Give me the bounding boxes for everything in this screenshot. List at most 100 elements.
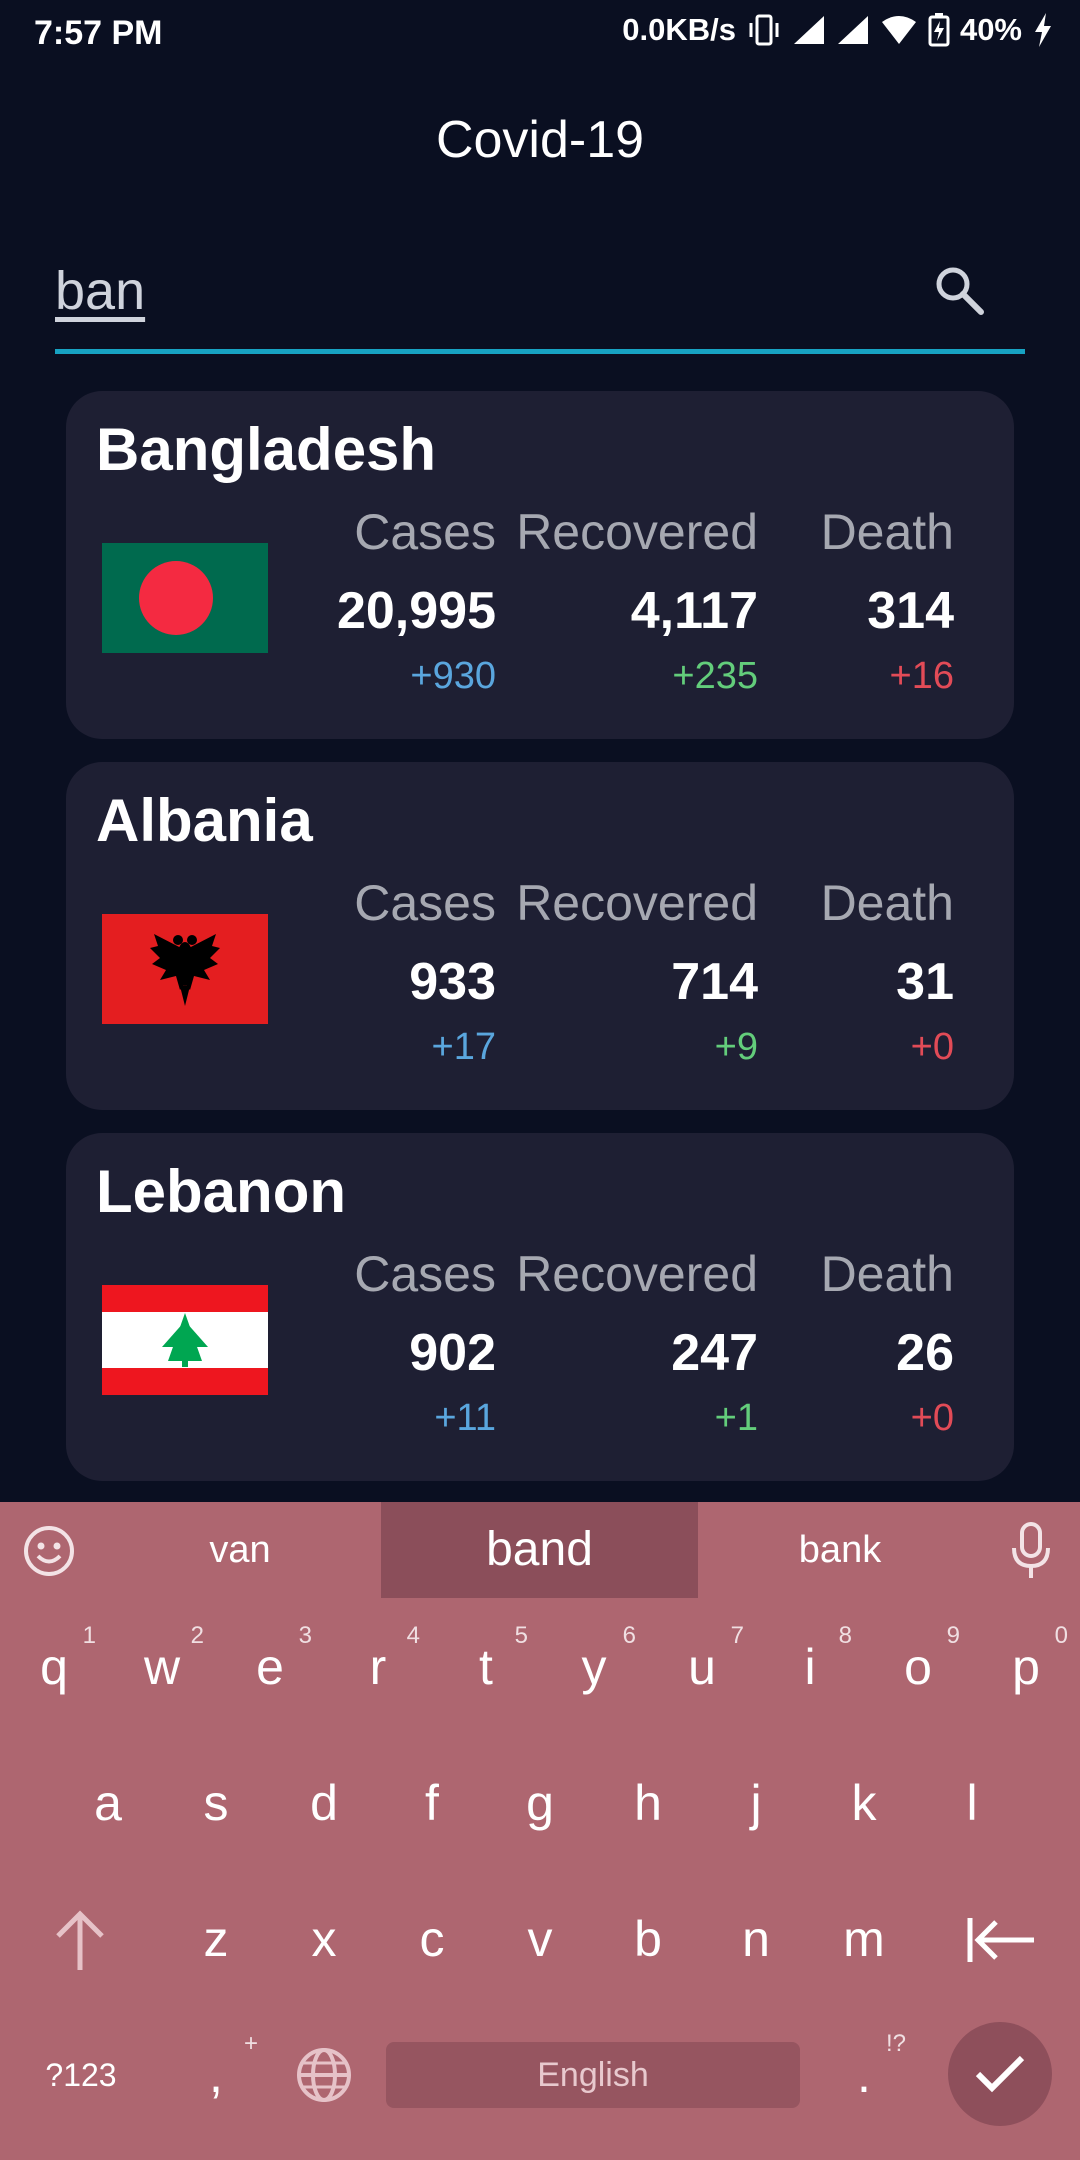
cases-delta: +930	[410, 655, 496, 697]
death-delta: +0	[910, 1397, 954, 1439]
check-icon	[975, 2055, 1025, 2093]
key-u[interactable]: u7	[648, 1602, 756, 1732]
recovered-delta: +235	[672, 655, 758, 697]
death-label: Death	[820, 1246, 954, 1302]
key-e[interactable]: e3	[216, 1602, 324, 1732]
search-input[interactable]: ban	[55, 260, 145, 322]
backspace-key[interactable]	[946, 1874, 1054, 2004]
shift-key[interactable]	[26, 1874, 134, 2004]
lebanon-flag	[102, 1285, 268, 1395]
app-title: Covid-19	[435, 111, 645, 169]
key-s[interactable]: s	[162, 1738, 270, 1868]
recovered-value: 4,117	[630, 582, 758, 640]
country-name: Albania	[96, 787, 313, 854]
recovered-value: 247	[671, 1324, 758, 1382]
death-label: Death	[820, 504, 954, 560]
key-t[interactable]: t5	[432, 1602, 540, 1732]
recovered-label: Recovered	[516, 504, 758, 560]
microphone-icon[interactable]	[1008, 1520, 1054, 1587]
key-row-2: a s d f g h j k l	[0, 1738, 1080, 1868]
search-underline	[55, 349, 1025, 354]
cases-value: 902	[409, 1324, 496, 1382]
key-row-3: z x c v b n m	[0, 1874, 1080, 2004]
symbols-key[interactable]: ?123	[26, 2010, 136, 2140]
key-l[interactable]: l	[918, 1738, 1026, 1868]
network-speed: 0.0KB/s	[622, 12, 736, 47]
bangladesh-flag	[102, 543, 268, 653]
recovered-delta: +1	[714, 1397, 758, 1439]
soft-keyboard: van band bank q1 w2 e3 r4 t5 y6 u7 i8 o9…	[0, 1502, 1080, 2160]
death-value: 31	[896, 953, 954, 1011]
battery-level: 40%	[959, 12, 1022, 47]
suggestion-middle[interactable]: band	[381, 1502, 698, 1598]
key-w[interactable]: w2	[108, 1602, 216, 1732]
key-y[interactable]: y6	[540, 1602, 648, 1732]
key-d[interactable]: d	[270, 1738, 378, 1868]
comma-key[interactable]: , +	[162, 2010, 270, 2140]
recovered-delta: +9	[714, 1026, 758, 1068]
status-bar: 7:57 PM 0.0KB/s 40%	[0, 0, 1080, 64]
shift-icon	[56, 1910, 104, 1970]
key-n[interactable]: n	[702, 1874, 810, 2004]
globe-icon	[297, 2048, 351, 2102]
cases-value: 20,995	[336, 582, 496, 640]
recovered-value: 714	[671, 953, 758, 1011]
clock: 7:57 PM	[34, 14, 163, 52]
vibrate-icon	[746, 13, 782, 47]
key-r[interactable]: r4	[324, 1602, 432, 1732]
key-p[interactable]: p0	[972, 1602, 1080, 1732]
charging-icon	[1032, 13, 1054, 47]
key-j[interactable]: j	[702, 1738, 810, 1868]
battery-icon	[928, 13, 950, 47]
key-f[interactable]: f	[378, 1738, 486, 1868]
key-z[interactable]: z	[162, 1874, 270, 2004]
key-o[interactable]: o9	[864, 1602, 972, 1732]
cases-delta: +11	[434, 1397, 496, 1439]
albania-flag	[102, 914, 268, 1024]
suggestion-right[interactable]: bank	[700, 1502, 980, 1598]
search-bar[interactable]: ban	[55, 240, 1025, 354]
emoji-icon[interactable]	[22, 1524, 76, 1583]
death-value: 314	[867, 582, 954, 640]
signal-icon	[792, 14, 826, 46]
key-i[interactable]: i8	[756, 1602, 864, 1732]
country-card-bangladesh[interactable]: Bangladesh Cases Recovered Death 20,995 …	[66, 391, 1014, 739]
key-h[interactable]: h	[594, 1738, 702, 1868]
enter-key[interactable]	[948, 2022, 1052, 2126]
key-b[interactable]: b	[594, 1874, 702, 2004]
death-label: Death	[820, 875, 954, 931]
cases-label: Cases	[354, 504, 496, 560]
key-a[interactable]: a	[54, 1738, 162, 1868]
key-m[interactable]: m	[810, 1874, 918, 2004]
country-card-albania[interactable]: Albania Cases Recovered Death 933 714 31…	[66, 762, 1014, 1110]
language-key[interactable]	[270, 2010, 378, 2140]
country-name: Lebanon	[96, 1158, 346, 1225]
death-value: 26	[896, 1324, 954, 1382]
backspace-icon	[967, 1918, 1034, 1962]
suggestion-left[interactable]: van	[100, 1502, 380, 1598]
period-key[interactable]: .!?	[810, 2010, 918, 2140]
cases-value: 933	[409, 953, 496, 1011]
cases-delta: +17	[431, 1026, 496, 1068]
wifi-icon	[880, 14, 918, 46]
key-k[interactable]: k	[810, 1738, 918, 1868]
key-row-1: q1 w2 e3 r4 t5 y6 u7 i8 o9 p0	[0, 1602, 1080, 1732]
key-q[interactable]: q1	[0, 1602, 108, 1732]
key-x[interactable]: x	[270, 1874, 378, 2004]
signal-icon-2	[836, 14, 870, 46]
country-card-lebanon[interactable]: Lebanon Cases Recovered Death 902 247 26…	[66, 1133, 1014, 1481]
search-icon[interactable]	[931, 262, 987, 323]
space-bar[interactable]: English	[386, 2042, 800, 2108]
key-c[interactable]: c	[378, 1874, 486, 2004]
death-delta: +16	[889, 655, 954, 697]
key-g[interactable]: g	[486, 1738, 594, 1868]
key-v[interactable]: v	[486, 1874, 594, 2004]
country-name: Bangladesh	[96, 416, 437, 483]
recovered-label: Recovered	[516, 875, 758, 931]
cases-label: Cases	[354, 1246, 496, 1302]
suggestion-strip: van band bank	[0, 1502, 1080, 1598]
cases-label: Cases	[354, 875, 496, 931]
death-delta: +0	[910, 1026, 954, 1068]
recovered-label: Recovered	[516, 1246, 758, 1302]
status-icons: 0.0KB/s 40%	[622, 12, 1054, 48]
